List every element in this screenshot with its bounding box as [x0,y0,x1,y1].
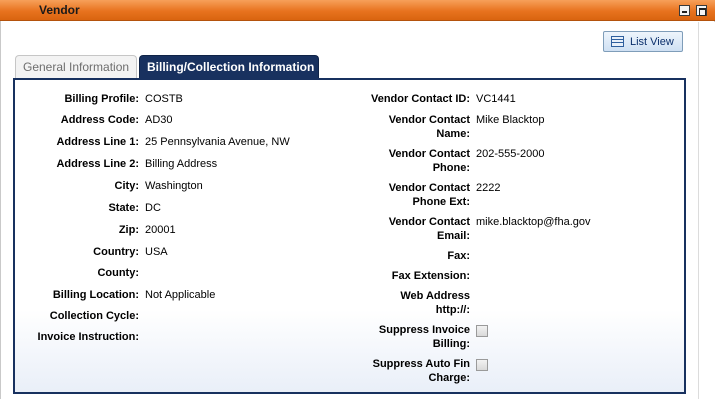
address-line-2-value: Billing Address [145,158,218,170]
vendor-contact-email-label-line2: Email: [436,230,470,242]
invoice-instruction-label: Invoice Instruction: [37,331,139,343]
window-title: Vendor [39,3,80,17]
suppress-auto-fin-charge-checkbox[interactable] [476,359,488,371]
address-line-1-value: 25 Pennsylvania Avenue, NW [145,136,290,148]
tab-general-information[interactable]: General Information [15,55,137,78]
country-label: Country: [93,246,139,258]
suppress-invoice-billing-label: Suppress Invoice [378,324,470,336]
window-titlebar: Vendor [0,0,715,21]
vendor-contact-name-label: Vendor Contact [388,114,470,126]
country-value: USA [145,246,168,258]
suppress-invoice-billing-row: Suppress Invoice Billing: [335,323,675,351]
city-value: Washington [145,180,203,192]
zip-value: 20001 [145,224,176,236]
billing-location-value: Not Applicable [145,289,216,301]
tab-label: Billing/Collection Information [147,60,315,74]
restore-icon[interactable] [696,5,707,16]
vendor-contact-name-row: Vendor Contact Name: Mike Blacktop [335,113,675,141]
vendor-contact-phone-ext-value: 2222 [476,182,501,194]
vendor-contact-email-row: Vendor Contact Email: mike.blacktop@fha.… [335,215,675,243]
vendor-contact-phone-label: Vendor Contact [388,148,470,160]
suppress-invoice-billing-checkbox[interactable] [476,325,488,337]
tab-billing-collection-information[interactable]: Billing/Collection Information [139,55,319,78]
billing-profile-value: COSTB [145,93,183,105]
address-line-1-row: Address Line 1: 25 Pennsylvania Avenue, … [15,135,335,149]
vendor-contact-email-value: mike.blacktop@fha.gov [476,216,591,228]
city-row: City: Washington [15,179,335,193]
collection-cycle-label: Collection Cycle: [49,310,139,322]
vendor-contact-name-label-line2: Name: [436,128,470,140]
country-row: Country: USA [15,245,335,259]
list-view-label: List View [630,36,674,48]
billing-profile-label: Billing Profile: [64,93,139,105]
invoice-instruction-row: Invoice Instruction: [15,330,335,344]
address-code-value: AD30 [145,114,173,126]
vendor-contact-id-row: Vendor Contact ID: VC1441 [335,92,675,106]
billing-location-label: Billing Location: [52,289,139,301]
billing-profile-row: Billing Profile: COSTB [15,92,335,106]
web-address-label-line2: http://: [435,304,470,316]
county-row: County: [15,266,335,280]
vendor-contact-email-label: Vendor Contact [388,216,470,228]
vendor-contact-phone-value: 202-555-2000 [476,148,545,160]
address-line-1-label: Address Line 1: [56,136,139,148]
zip-label: Zip: [118,224,139,236]
suppress-invoice-billing-label-line2: Billing: [432,338,470,350]
address-line-2-row: Address Line 2: Billing Address [15,157,335,171]
fax-label: Fax: [447,250,470,262]
vendor-contact-id-value: VC1441 [476,93,516,105]
list-view-button[interactable]: List View [603,31,683,52]
vendor-contact-phone-ext-label-line2: Phone Ext: [412,196,470,208]
state-label: State: [108,202,139,214]
suppress-auto-fin-charge-row: Suppress Auto Fin Charge: [335,357,675,385]
collection-cycle-row: Collection Cycle: [15,309,335,323]
vendor-contact-phone-row: Vendor Contact Phone: 202-555-2000 [335,147,675,175]
fax-extension-label: Fax Extension: [391,270,470,282]
vendor-contact-id-label: Vendor Contact ID: [370,93,470,105]
state-value: DC [145,202,161,214]
vendor-contact-phone-ext-label: Vendor Contact [388,182,470,194]
vendor-contact-name-value: Mike Blacktop [476,114,545,126]
address-line-2-label: Address Line 2: [56,158,139,170]
web-address-row: Web Address http://: [335,289,675,317]
minimize-icon[interactable] [679,5,690,16]
vendor-contact-phone-label-line2: Phone: [432,162,470,174]
list-view-icon [611,36,624,47]
web-address-label: Web Address [400,290,470,302]
fax-row: Fax: [335,249,675,263]
fax-extension-row: Fax Extension: [335,269,675,283]
scrollbar-track[interactable] [698,22,715,399]
address-code-label: Address Code: [60,114,139,126]
tab-label: General Information [23,60,130,74]
vendor-contact-phone-ext-row: Vendor Contact Phone Ext: 2222 [335,181,675,209]
billing-location-row: Billing Location: Not Applicable [15,288,335,302]
suppress-auto-fin-charge-label: Suppress Auto Fin [372,358,470,370]
address-code-row: Address Code: AD30 [15,113,335,127]
billing-collection-panel: Billing Profile: COSTB Address Code: AD3… [13,78,686,394]
zip-row: Zip: 20001 [15,223,335,237]
state-row: State: DC [15,201,335,215]
city-label: City: [114,180,139,192]
county-label: County: [97,267,139,279]
suppress-auto-fin-charge-label-line2: Charge: [428,372,470,384]
